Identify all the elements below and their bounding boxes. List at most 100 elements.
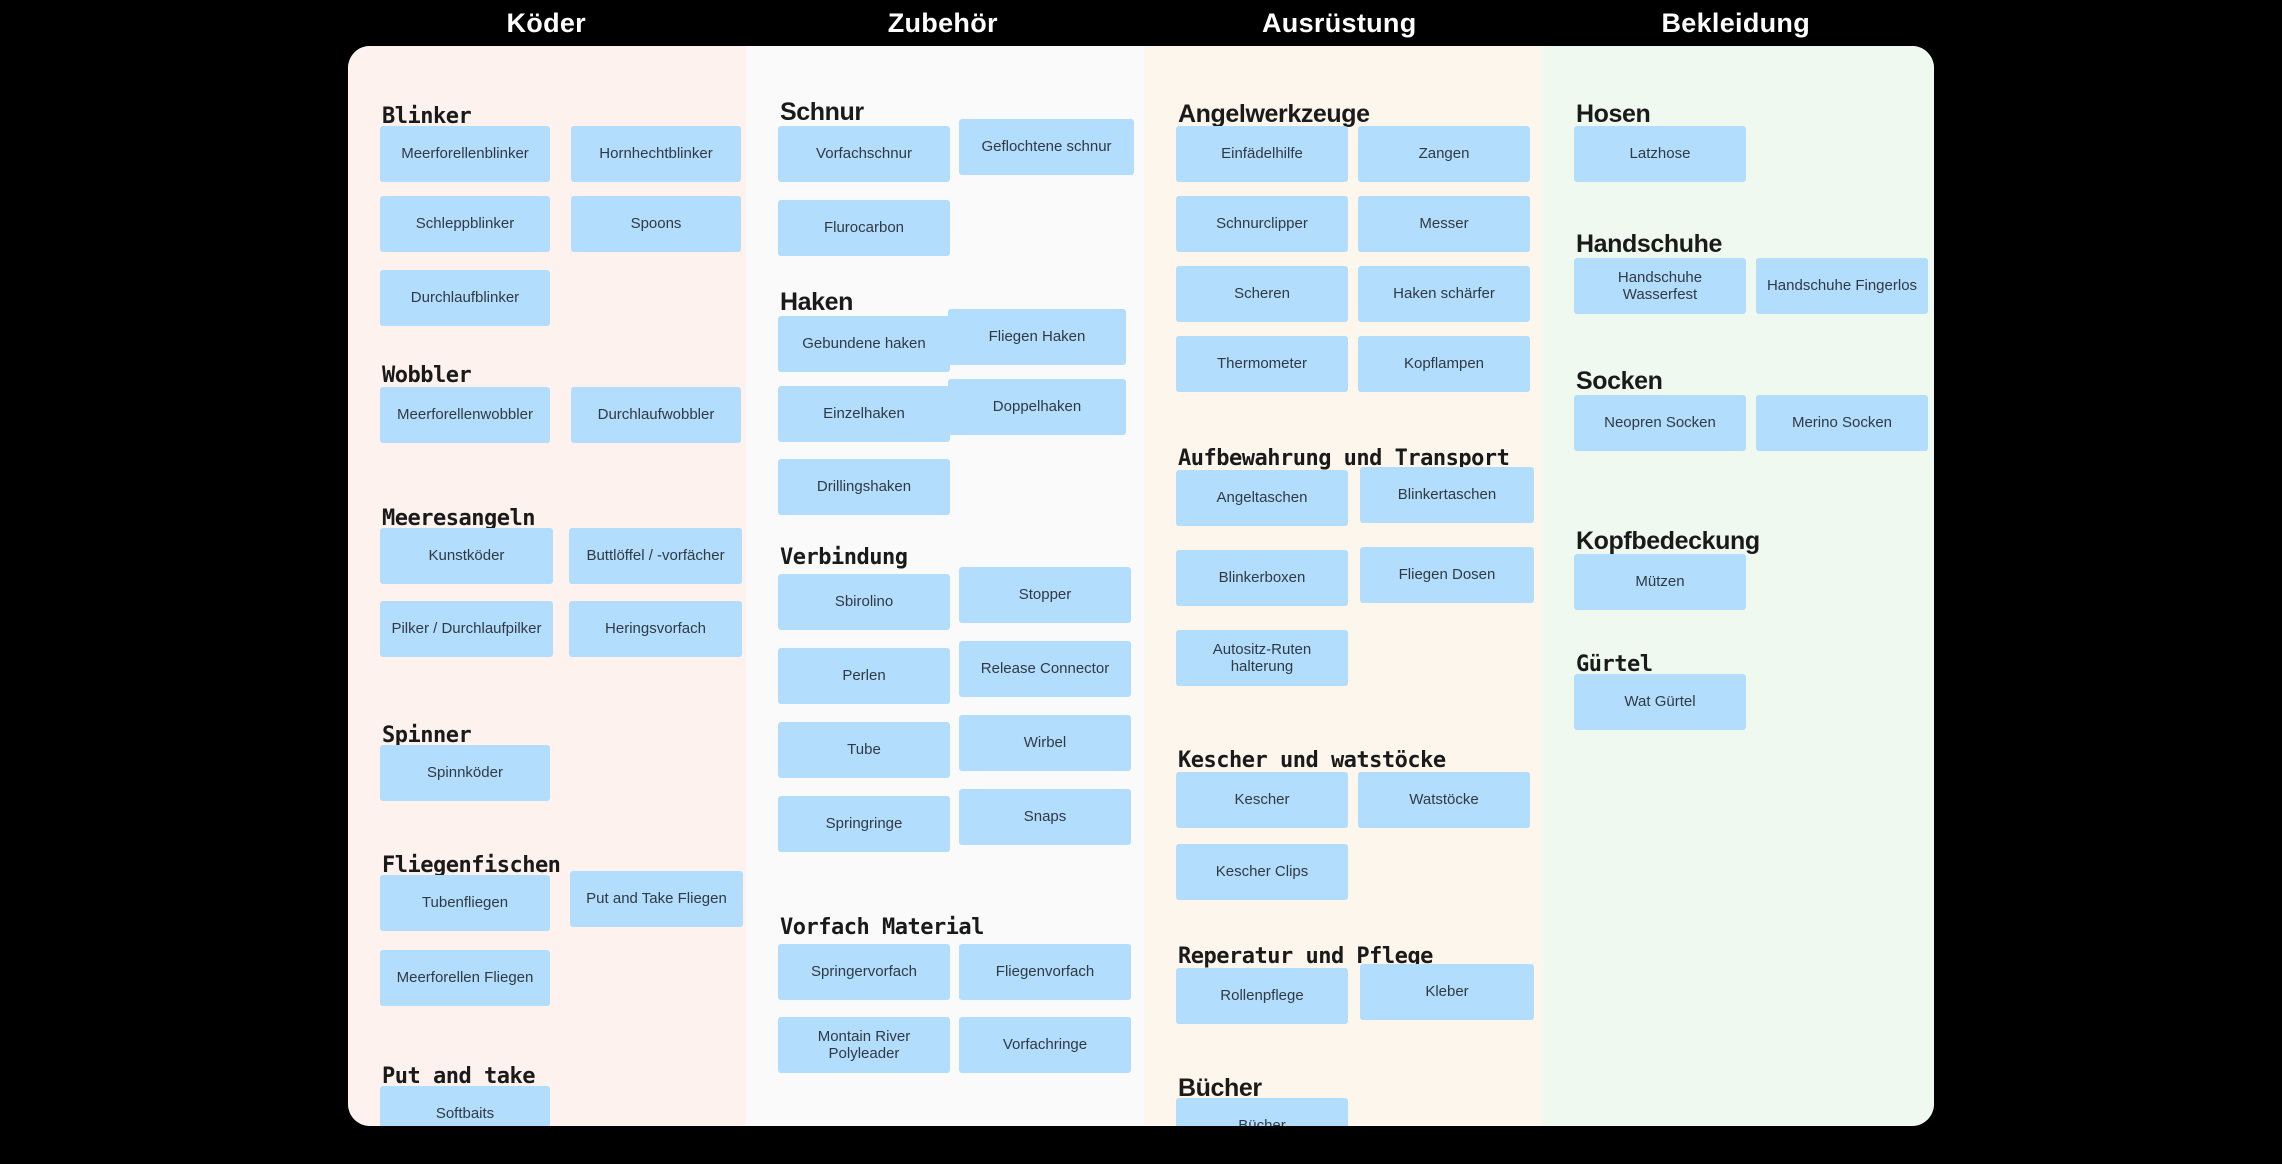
category-chip[interactable]: Neopren Socken: [1574, 395, 1746, 451]
category-chip[interactable]: Schleppblinker: [380, 196, 550, 252]
category-chip[interactable]: Hornhechtblinker: [571, 126, 741, 182]
category-chip[interactable]: Haken schärfer: [1358, 266, 1530, 322]
section-title: Meeresangeln: [382, 506, 535, 531]
category-chip-label: Einfädelhilfe: [1221, 145, 1303, 163]
category-chip[interactable]: Meerforellenwobbler: [380, 387, 550, 443]
category-chip[interactable]: Durchlaufwobbler: [571, 387, 741, 443]
category-chip-label: Snaps: [1023, 808, 1067, 826]
category-chip[interactable]: Sbirolino: [778, 574, 950, 630]
category-chip-label: Schleppblinker: [415, 215, 515, 233]
category-chip-label: Vorfachringe: [1002, 1036, 1088, 1054]
category-chip-label: Einzelhaken: [823, 405, 905, 423]
category-chip[interactable]: Buttlöffel / -vorfächer: [569, 528, 742, 584]
category-chip[interactable]: Einzelhaken: [778, 386, 950, 442]
category-chip[interactable]: Merino Socken: [1756, 395, 1928, 451]
section-title: Gürtel: [1576, 652, 1653, 677]
category-chip[interactable]: Perlen: [778, 648, 950, 704]
category-chip-label: Doppelhaken: [992, 398, 1082, 416]
category-chip[interactable]: Meerforellen Fliegen: [380, 950, 550, 1006]
category-chip-label: Autositz-Ruten halterung: [1212, 640, 1312, 675]
category-chip-label: Neopren Socken: [1604, 414, 1716, 432]
section-title: Kescher und watstöcke: [1178, 748, 1446, 773]
category-chip[interactable]: Spinnköder: [380, 745, 550, 801]
category-chip-label: Scheren: [1234, 285, 1290, 303]
category-chip-label: Release Connector: [980, 660, 1110, 678]
category-chip[interactable]: Rollenpflege: [1176, 968, 1348, 1024]
category-chip[interactable]: Blinkerboxen: [1176, 550, 1348, 606]
category-chip-label: Kunstköder: [428, 547, 505, 565]
category-chip[interactable]: Meerforellenblinker: [380, 126, 550, 182]
category-chip[interactable]: Kleber: [1360, 964, 1534, 1020]
column-content-bekleidung: Hosen Latzhose Handschuhe Handschuhe Wasser…: [1560, 84, 1928, 1096]
category-chip[interactable]: Springervorfach: [778, 944, 950, 1000]
category-chip-label: Buttlöffel / -vorfächer: [586, 547, 725, 565]
category-chip[interactable]: Zangen: [1358, 126, 1530, 182]
category-chip[interactable]: Kescher: [1176, 772, 1348, 828]
category-board: Blinker Meerforellenblinker Hornhechtblink…: [348, 46, 1934, 1126]
category-chip[interactable]: Gebundene haken: [778, 316, 950, 372]
category-chip-label: Meerforellen Fliegen: [396, 969, 534, 987]
category-chip[interactable]: Vorfachringe: [959, 1017, 1131, 1073]
category-chip-label: Blinkerboxen: [1218, 569, 1306, 587]
category-chip[interactable]: Messer: [1358, 196, 1530, 252]
category-chip[interactable]: Kopflampen: [1358, 336, 1530, 392]
category-chip[interactable]: Softbaits: [380, 1086, 550, 1126]
category-chip[interactable]: Tubenfliegen: [380, 875, 550, 931]
section-title: Hosen: [1576, 100, 1651, 128]
category-chip[interactable]: Fliegen Dosen: [1360, 547, 1534, 603]
category-chip-label: Latzhose: [1629, 145, 1691, 163]
category-chip[interactable]: Durchlaufblinker: [380, 270, 550, 326]
column-content-zubehoer: Schnur Vorfachschnur Geflochtene schnur Flu…: [764, 84, 1134, 1096]
category-chip-label: Spoons: [630, 215, 682, 233]
category-chip-label: Fliegen Dosen: [1398, 566, 1496, 584]
category-chip[interactable]: Vorfachschnur: [778, 126, 950, 182]
category-chip[interactable]: Springringe: [778, 796, 950, 852]
section-title: Kopfbedeckung: [1576, 527, 1760, 555]
column-ausruestung: Angelwerkzeuge Einfädelhilfe Zangen Schnurc…: [1144, 46, 1542, 1126]
category-chip-label: Montain River Polyleader: [817, 1027, 911, 1062]
category-chip[interactable]: Tube: [778, 722, 950, 778]
category-chip[interactable]: Pilker / Durchlaufpilker: [380, 601, 553, 657]
category-chip[interactable]: Doppelhaken: [948, 379, 1126, 435]
category-chip-label: Heringsvorfach: [605, 620, 706, 638]
category-chip[interactable]: Fliegen Haken: [948, 309, 1126, 365]
category-chip[interactable]: Geflochtene schnur: [959, 119, 1134, 175]
category-chip-label: Softbaits: [435, 1105, 495, 1123]
category-chip[interactable]: Snaps: [959, 789, 1131, 845]
category-chip[interactable]: Put and Take Fliegen: [570, 871, 743, 927]
category-chip[interactable]: Release Connector: [959, 641, 1131, 697]
category-chip[interactable]: Handschuhe Fingerlos: [1756, 258, 1928, 314]
category-chip[interactable]: Stopper: [959, 567, 1131, 623]
category-chip[interactable]: Spoons: [571, 196, 741, 252]
category-chip[interactable]: Kunstköder: [380, 528, 553, 584]
section-title: Angelwerkzeuge: [1178, 100, 1370, 128]
category-chip[interactable]: Scheren: [1176, 266, 1348, 322]
category-chip-label: Geflochtene schnur: [981, 138, 1112, 156]
category-chip[interactable]: Kescher Clips: [1176, 844, 1348, 900]
category-chip[interactable]: Thermometer: [1176, 336, 1348, 392]
category-chip[interactable]: Watstöcke: [1358, 772, 1530, 828]
category-chip[interactable]: Autositz-Ruten halterung: [1176, 630, 1348, 686]
column-koeder: Blinker Meerforellenblinker Hornhechtblink…: [348, 46, 746, 1126]
category-chip[interactable]: Handschuhe Wasserfest: [1574, 258, 1746, 314]
category-chip-label: Wat Gürtel: [1624, 693, 1696, 711]
category-chip-label: Meerforellenblinker: [401, 145, 529, 163]
category-chip[interactable]: Wirbel: [959, 715, 1131, 771]
category-chip[interactable]: Blinkertaschen: [1360, 467, 1534, 523]
category-chip[interactable]: Flurocarbon: [778, 200, 950, 256]
category-chip[interactable]: Angeltaschen: [1176, 470, 1348, 526]
category-chip-label: Put and Take Fliegen: [586, 890, 727, 908]
column-bekleidung: Hosen Latzhose Handschuhe Handschuhe Wasser…: [1542, 46, 1934, 1126]
category-header-1: Zubehör: [887, 7, 998, 38]
category-chip[interactable]: Latzhose: [1574, 126, 1746, 182]
category-chip[interactable]: Schnurclipper: [1176, 196, 1348, 252]
category-chip[interactable]: Einfädelhilfe: [1176, 126, 1348, 182]
category-chip[interactable]: Montain River Polyleader: [778, 1017, 950, 1073]
category-chip-label: Tube: [847, 741, 881, 759]
category-chip[interactable]: Mützen: [1574, 554, 1746, 610]
category-chip[interactable]: Wat Gürtel: [1574, 674, 1746, 730]
category-chip[interactable]: Fliegenvorfach: [959, 944, 1131, 1000]
category-chip[interactable]: Drillingshaken: [778, 459, 950, 515]
category-chip[interactable]: Bücher: [1176, 1098, 1348, 1126]
category-chip[interactable]: Heringsvorfach: [569, 601, 742, 657]
